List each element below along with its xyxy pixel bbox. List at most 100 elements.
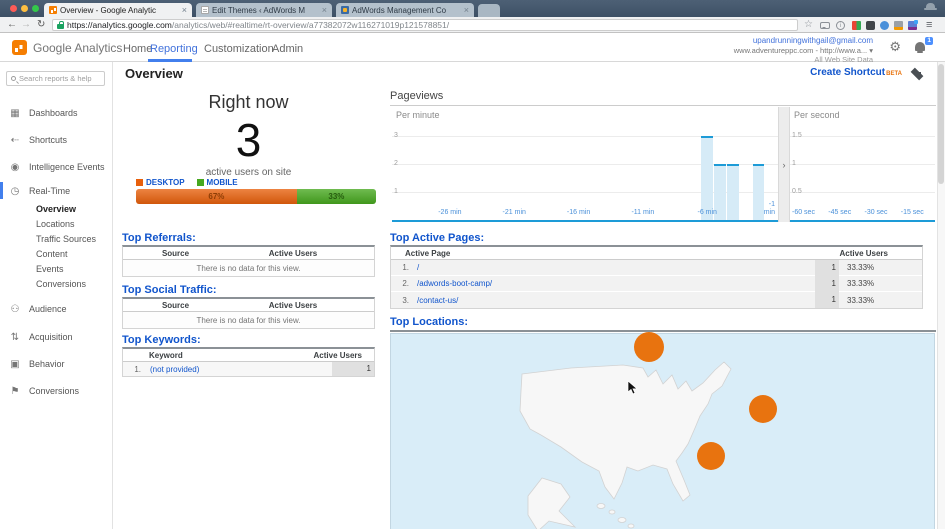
nav-admin[interactable]: Admin — [272, 43, 303, 55]
sidebar-item-label: Behavior — [29, 359, 65, 369]
dashboards-icon: ▦ — [9, 108, 21, 119]
keyword-link[interactable]: (not provided) — [141, 365, 332, 374]
gridline — [392, 136, 778, 137]
y-axis-tick: 3 — [394, 132, 398, 139]
nav-home[interactable]: Home — [123, 43, 152, 55]
active-page-link[interactable]: /adwords-boot-camp/ — [409, 279, 815, 288]
sidebar-subitem-label: Events — [36, 264, 64, 274]
sidebar-item-events[interactable]: Events — [0, 262, 113, 276]
window-zoom-button[interactable] — [32, 5, 39, 12]
tab-adwords-management[interactable]: AdWords Management Co × — [336, 3, 474, 17]
active-users-caption: active users on site — [122, 167, 375, 178]
active-page-link[interactable]: / — [409, 263, 815, 272]
page-scrollbar[interactable] — [937, 62, 945, 529]
pageviews-title: Pageviews — [390, 90, 936, 102]
column-header-active-users[interactable]: Active Users — [314, 351, 362, 360]
sidebar-item-label: Audience — [29, 304, 67, 314]
sidebar-item-dashboards[interactable]: ▦ Dashboards — [0, 105, 113, 121]
tab-overview-google-analytics[interactable]: Overview - Google Analytic × — [44, 3, 192, 17]
visitor-location-bubble[interactable] — [634, 332, 664, 362]
address-bar[interactable]: https://analytics.google.com/analytics/w… — [52, 19, 798, 31]
sidebar-item-behavior[interactable]: ▣ Behavior — [0, 356, 113, 372]
sidebar-item-overview[interactable]: Overview — [0, 202, 113, 216]
reload-button[interactable]: ↻ — [37, 19, 45, 31]
column-header-active-users[interactable]: Active Users — [228, 249, 358, 258]
scrollbar-thumb[interactable] — [938, 64, 944, 184]
extension-blue-icon[interactable] — [880, 21, 889, 30]
account-switcher[interactable]: upandrunningwithgail@gmail.com www.adven… — [734, 36, 873, 65]
notifications-bell-icon[interactable] — [915, 42, 925, 51]
table-row: 3. /contact-us/ 1 33.33% — [391, 292, 922, 308]
pageviews-per-second-chart: Per second 0.511.5-60 sec-45 sec-30 sec-… — [790, 107, 935, 222]
sidebar-item-real-time[interactable]: ◷ Real-Time — [0, 183, 113, 199]
main-content: Overview Create ShortcutBETA Right now 3… — [113, 62, 937, 529]
active-users-count: 3 — [122, 117, 375, 163]
search-input[interactable] — [19, 74, 100, 83]
extension-pocket-icon[interactable] — [866, 21, 875, 30]
sidebar-search[interactable] — [6, 71, 105, 86]
nav-reporting[interactable]: Reporting — [150, 43, 198, 55]
row-rank: 2. — [391, 279, 409, 288]
account-caret-icon[interactable]: ▾ — [869, 46, 873, 55]
settings-gear-icon[interactable]: ⚙ — [889, 40, 901, 55]
sidebar-item-conversions-sub[interactable]: Conversions — [0, 277, 113, 291]
new-tab-button[interactable] — [478, 4, 500, 17]
sidebar-item-intelligence-events[interactable]: ◉ Intelligence Events — [0, 159, 113, 175]
y-axis-tick: 1.5 — [792, 132, 802, 139]
info-icon[interactable]: i — [836, 21, 845, 30]
sidebar-item-content[interactable]: Content — [0, 247, 113, 261]
window-close-button[interactable] — [10, 5, 17, 12]
sidebar-subitem-label: Conversions — [36, 279, 86, 289]
extension-notes-icon[interactable] — [894, 21, 903, 30]
sidebar-item-conversions[interactable]: ⚑ Conversions — [0, 383, 113, 399]
visitor-location-bubble[interactable] — [697, 442, 725, 470]
column-header-active-users[interactable]: Active Users — [228, 301, 358, 310]
row-rank: 3. — [391, 296, 409, 305]
real-time-icon: ◷ — [9, 186, 21, 197]
gridline — [790, 136, 935, 137]
account-email[interactable]: upandrunningwithgail@gmail.com — [734, 36, 873, 46]
bookmark-star-icon[interactable]: ☆ — [804, 19, 813, 30]
column-header-active-page[interactable]: Active Page — [391, 249, 450, 258]
sidebar-subitem-label: Content — [36, 249, 68, 259]
row-rank: 1. — [123, 365, 141, 374]
tab-edit-themes-adwords[interactable]: Edit Themes ‹ AdWords M × — [196, 3, 332, 17]
tab-close-icon[interactable]: × — [322, 5, 327, 15]
y-axis-tick: 1 — [792, 160, 796, 167]
chart-expander[interactable]: › — [778, 107, 790, 222]
share-bubble-icon[interactable] — [820, 22, 830, 29]
column-header-source[interactable]: Source — [123, 249, 228, 258]
incognito-icon — [924, 3, 937, 14]
sidebar-subitem-label: Locations — [36, 219, 75, 229]
extension-grid-icon[interactable] — [852, 21, 861, 30]
nav-customization[interactable]: Customization — [204, 43, 274, 55]
create-shortcut-link[interactable]: Create ShortcutBETA — [810, 67, 902, 78]
top-locations-map[interactable] — [390, 330, 936, 529]
visitor-location-bubble[interactable] — [749, 395, 777, 423]
active-page-link[interactable]: /contact-us/ — [409, 296, 815, 305]
column-header-source[interactable]: Source — [123, 301, 228, 310]
column-header-keyword[interactable]: Keyword — [123, 351, 183, 360]
us-map — [391, 334, 936, 529]
window-minimize-button[interactable] — [21, 5, 28, 12]
forward-button[interactable]: → — [21, 19, 31, 31]
browser-window: Overview - Google Analytic × Edit Themes… — [0, 0, 945, 529]
sidebar-item-audience[interactable]: ⚇ Audience — [0, 301, 113, 317]
chrome-menu-icon[interactable]: ≡ — [926, 19, 932, 31]
sidebar-item-locations[interactable]: Locations — [0, 217, 113, 231]
sidebar-item-shortcuts[interactable]: ⇠ Shortcuts — [0, 132, 113, 148]
tab-title: Overview - Google Analytic — [60, 6, 179, 15]
sidebar-item-acquisition[interactable]: ⇅ Acquisition — [0, 329, 113, 345]
https-lock-icon[interactable] — [57, 24, 64, 29]
audience-icon: ⚇ — [9, 304, 21, 315]
browser-toolbar: ← → ↻ https://analytics.google.com/analy… — [0, 17, 945, 33]
column-header-active-users[interactable]: Active Users — [840, 249, 888, 258]
device-legend: DESKTOP MOBILE — [136, 178, 238, 187]
chart-axis — [392, 220, 778, 222]
tab-close-icon[interactable]: × — [182, 5, 187, 15]
tab-close-icon[interactable]: × — [464, 5, 469, 15]
education-cap-icon[interactable] — [910, 67, 925, 79]
sidebar-item-traffic-sources[interactable]: Traffic Sources — [0, 232, 113, 246]
back-button[interactable]: ← — [7, 19, 17, 31]
extension-badged-icon[interactable] — [908, 21, 917, 30]
